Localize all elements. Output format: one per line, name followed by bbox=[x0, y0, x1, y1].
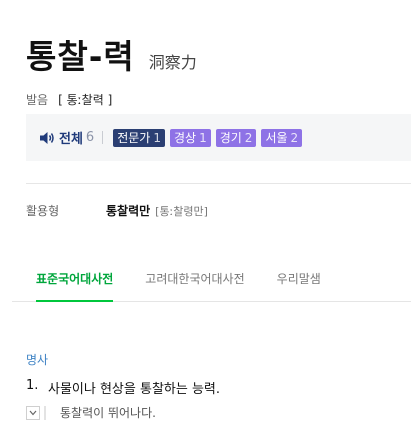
audio-chip-seoul[interactable]: 서울 2 bbox=[261, 128, 303, 147]
example-bar bbox=[44, 405, 46, 420]
dictionary-tabs: 표준국어대사전 고려대한국어대사전 우리말샘 bbox=[12, 256, 411, 302]
conjugation-row: 활용형 통찰력만 [통ː찰령만] bbox=[26, 202, 208, 219]
definition-text: 사물이나 현상을 통찰하는 능력. bbox=[48, 382, 221, 397]
chip-count: 2 bbox=[244, 130, 253, 145]
chevron-down-icon bbox=[29, 410, 37, 415]
audio-chip-gyeongsang[interactable]: 경상 1 bbox=[169, 128, 211, 147]
tab-urimalsaem[interactable]: 우리말샘 bbox=[262, 256, 336, 301]
audio-chip-gyeonggi[interactable]: 경기 2 bbox=[215, 128, 257, 147]
play-all-button[interactable]: 전체 6 bbox=[39, 128, 94, 147]
chip-count: 2 bbox=[290, 130, 299, 145]
definition-number: 1. bbox=[26, 378, 39, 393]
speaker-icon bbox=[40, 131, 54, 144]
tab-korea-univ-dictionary[interactable]: 고려대한국어대사전 bbox=[130, 256, 259, 301]
divider bbox=[102, 131, 104, 144]
pronunciation-value: [ 통ː찰력 ] bbox=[58, 93, 113, 107]
chip-label: 경상 bbox=[173, 130, 197, 145]
chip-label: 전문가 bbox=[117, 130, 151, 145]
hanja: 洞察力 bbox=[148, 53, 197, 72]
chip-count: 1 bbox=[153, 130, 161, 145]
definition-item: 1. 사물이나 현상을 통찰하는 능력. bbox=[26, 378, 220, 397]
play-all-label: 전체 bbox=[59, 132, 83, 147]
pronunciation-row: 발음 [ 통ː찰력 ] bbox=[26, 91, 112, 108]
pronunciation-label: 발음 bbox=[26, 93, 49, 107]
conjugation-label: 활용형 bbox=[26, 204, 60, 218]
example-row: 통찰력이 뛰어나다. bbox=[26, 404, 156, 421]
section-divider bbox=[26, 183, 411, 184]
chip-count: 1 bbox=[199, 130, 207, 145]
tab-standard-dictionary[interactable]: 표준국어대사전 bbox=[12, 256, 128, 302]
headword: 통찰-력 bbox=[26, 37, 135, 76]
conjugation-pron: [통ː찰령만] bbox=[155, 205, 208, 218]
audio-panel: 전체 6 전문가 1 경상 1 경기 2 서울 2 bbox=[26, 114, 411, 161]
expand-example-button[interactable] bbox=[26, 405, 40, 420]
part-of-speech: 명사 bbox=[26, 353, 49, 367]
conjugation-form: 통찰력만 bbox=[106, 204, 151, 218]
audio-chip-expert[interactable]: 전문가 1 bbox=[113, 128, 165, 147]
headword-row: 통찰-력 洞察力 bbox=[26, 30, 197, 78]
chip-label: 경기 bbox=[219, 130, 242, 145]
chip-label: 서울 bbox=[265, 130, 288, 145]
example-text: 통찰력이 뛰어나다. bbox=[60, 406, 156, 420]
play-all-count: 6 bbox=[85, 130, 95, 145]
